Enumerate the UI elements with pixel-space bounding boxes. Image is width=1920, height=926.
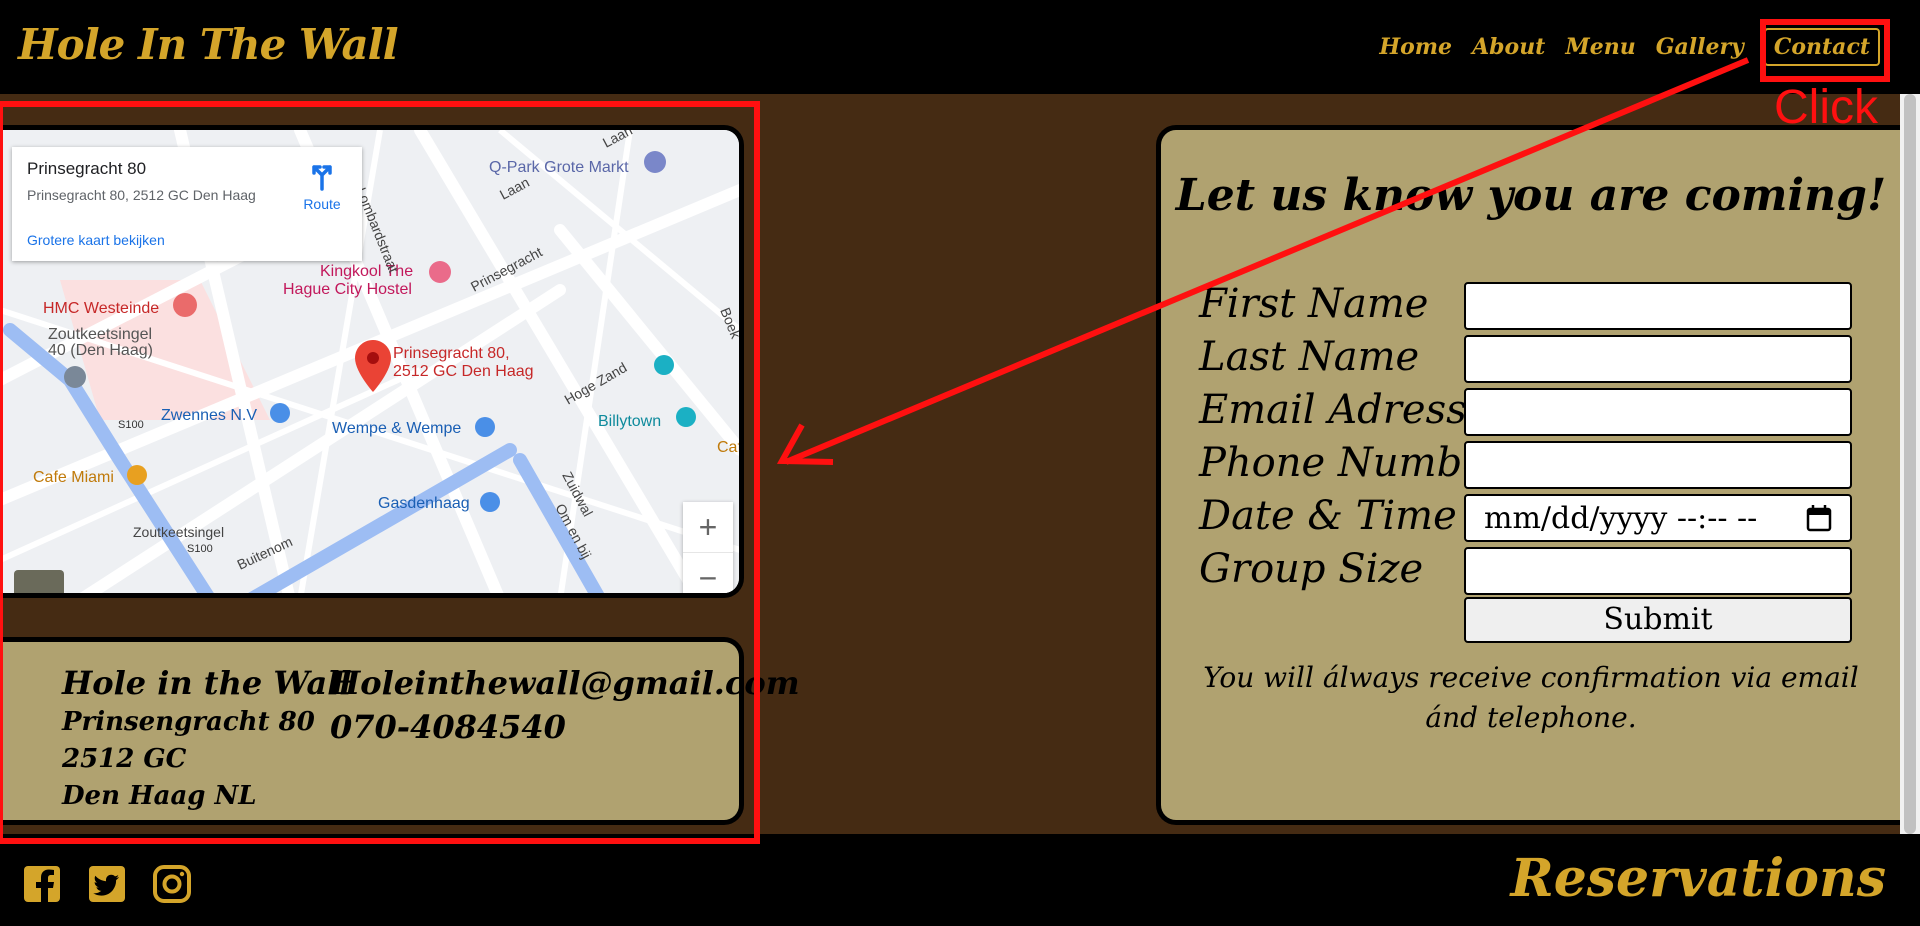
click-annotation-label: Click: [1774, 81, 1878, 134]
phone-label: Phone Number: [1199, 440, 1505, 486]
address-postal: 2512 GC: [62, 744, 187, 774]
map-zoom-controls: + −: [683, 502, 733, 593]
address-block: Hole in the Wall Prinsengracht 80 2512 G…: [62, 664, 352, 815]
zoom-in-button[interactable]: +: [683, 502, 733, 552]
zoom-out-button[interactable]: −: [683, 552, 733, 593]
email-label: Email Adress: [1199, 387, 1467, 433]
address-card: Hole in the Wall Prinsengracht 80 2512 G…: [0, 637, 800, 825]
directions-icon: [312, 165, 332, 191]
nav-gallery[interactable]: Gallery: [1656, 34, 1744, 60]
map-embed[interactable]: Q-Park Grote Markt Kingkool The Hague Ci…: [0, 125, 744, 598]
place-address: Prinsegracht 80, 2512 GC Den Haag: [27, 187, 256, 203]
route-label: Route: [303, 196, 341, 212]
svg-text:40 (Den Haag): 40 (Den Haag): [48, 342, 153, 359]
contact-block: Holeinthewall@gmail.com 070-4084540: [330, 664, 800, 746]
last-name-field[interactable]: [1464, 335, 1852, 383]
place-info-card: Prinsegracht 80 Prinsegracht 80, 2512 GC…: [12, 147, 362, 261]
svg-text:Zwennes N.V: Zwennes N.V: [161, 407, 257, 424]
group-size-label: Group Size: [1199, 546, 1424, 592]
instagram-icon[interactable]: [152, 864, 192, 904]
facebook-icon[interactable]: [22, 864, 62, 904]
svg-text:Hague City Hostel: Hague City Hostel: [283, 281, 412, 298]
nav-home[interactable]: Home: [1379, 34, 1452, 60]
site-footer: Reservations: [0, 834, 1920, 926]
svg-text:Zoutkeetsingel: Zoutkeetsingel: [133, 524, 224, 540]
submit-button[interactable]: Submit: [1464, 597, 1852, 643]
site-logo[interactable]: Hole In The Wall: [18, 20, 399, 69]
svg-text:Gasdenhaag: Gasdenhaag: [378, 495, 470, 512]
email-row: Email Adress: [1199, 384, 1859, 436]
svg-text:HMC Westeinde: HMC Westeinde: [43, 300, 159, 317]
svg-text:Billytown: Billytown: [598, 413, 661, 430]
first-name-label: First Name: [1199, 281, 1429, 327]
address-street: Prinsengracht 80: [62, 707, 315, 737]
contact-phone[interactable]: 070-4084540: [330, 708, 800, 746]
group-size-row: Group Size: [1199, 543, 1859, 595]
site-header: Hole In The Wall Home About Menu Gallery…: [0, 0, 1920, 94]
business-name: Hole in the Wall: [62, 664, 352, 702]
footer-reservations[interactable]: Reservations: [1510, 848, 1886, 909]
address-city: Den Haag NL: [62, 781, 257, 811]
email-field[interactable]: [1464, 388, 1852, 436]
confirmation-note: You will álways receive confirmation via…: [1203, 661, 1859, 734]
svg-text:Q-Park Grote Markt: Q-Park Grote Markt: [489, 159, 629, 176]
satellite-toggle[interactable]: [14, 570, 64, 593]
twitter-icon[interactable]: [87, 864, 127, 904]
reservation-form: Let us know you are coming! First Name L…: [1156, 125, 1900, 825]
last-name-row: Last Name: [1199, 331, 1859, 383]
nav-about[interactable]: About: [1472, 34, 1545, 60]
datetime-field[interactable]: mm/dd/yyyy --:-- --: [1464, 494, 1852, 542]
route-button[interactable]: Route: [302, 159, 342, 212]
phone-row: Phone Number: [1199, 437, 1859, 489]
svg-text:S100: S100: [187, 543, 213, 555]
first-name-field[interactable]: [1464, 282, 1852, 330]
nav-contact[interactable]: Contact: [1763, 28, 1880, 66]
datetime-placeholder: mm/dd/yyyy --:-- --: [1484, 500, 1758, 536]
svg-text:Caf: Caf: [717, 439, 740, 456]
nav-menu[interactable]: Menu: [1565, 34, 1635, 60]
form-title: Let us know you are coming!: [1175, 170, 1887, 221]
scrollbar-thumb[interactable]: [1904, 94, 1916, 834]
place-title: Prinsegracht 80: [27, 159, 147, 178]
svg-text:2512 GC Den Haag: 2512 GC Den Haag: [393, 363, 534, 380]
contact-email[interactable]: Holeinthewall@gmail.com: [330, 664, 800, 702]
phone-field[interactable]: [1464, 441, 1852, 489]
group-size-field[interactable]: [1464, 547, 1852, 595]
svg-text:Prinsegracht 80,: Prinsegracht 80,: [393, 345, 510, 362]
datetime-label: Date & Time: [1199, 493, 1457, 539]
last-name-label: Last Name: [1199, 334, 1420, 380]
svg-text:Cafe Miami: Cafe Miami: [33, 469, 114, 486]
first-name-row: First Name: [1199, 278, 1859, 330]
page-scrollbar[interactable]: [1900, 94, 1920, 834]
larger-map-link[interactable]: Grotere kaart bekijken: [27, 232, 165, 248]
calendar-icon[interactable]: [1806, 504, 1832, 532]
datetime-row: Date & Time mm/dd/yyyy --:-- --: [1199, 490, 1859, 542]
svg-text:Wempe & Wempe: Wempe & Wempe: [332, 420, 461, 437]
svg-text:Zoutkeetsingel: Zoutkeetsingel: [48, 326, 152, 343]
svg-text:S100: S100: [118, 419, 144, 431]
